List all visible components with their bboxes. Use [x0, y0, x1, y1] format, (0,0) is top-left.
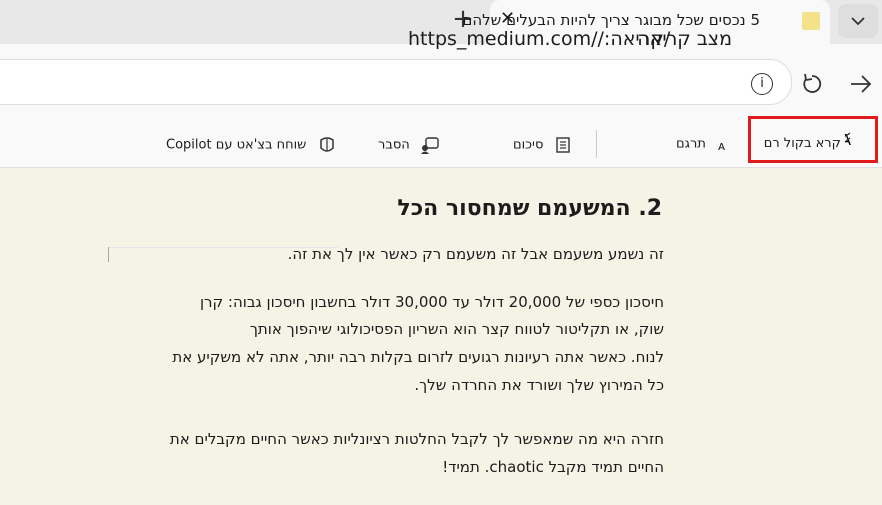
explain-button[interactable]: הסבר: [378, 136, 440, 154]
translate-icon: あA: [705, 138, 725, 153]
tab-list-menu-button[interactable]: [838, 4, 878, 38]
toolbar-divider: [596, 130, 597, 158]
explain-label: הסבר: [378, 137, 410, 153]
paragraph-3-line-1: חזרה היא מה שמאפשר לך לקבל החלטות רציונל…: [169, 430, 664, 448]
svg-text:A: A: [718, 142, 725, 152]
refresh-icon[interactable]: [800, 72, 824, 96]
selection-caret: [108, 247, 109, 262]
paragraph-2-line-4: כל המירוץ שלך ושורד את החרדה שלך.: [414, 376, 664, 394]
tab-title: 5 נכסים שכל מבוגר צריך להיות הבעלים שלהם: [462, 11, 760, 29]
read-aloud-label: קרא בקול רם: [763, 136, 841, 151]
summary-label: סיכום: [513, 137, 544, 153]
summary-button[interactable]: סיכום: [513, 136, 572, 154]
copilot-chat-label: שוחח בצ'אט עם Copilot: [166, 137, 307, 153]
copilot-chat-button[interactable]: שוחח בצ'אט עם Copilot: [166, 136, 337, 154]
translate-label: תרגם: [676, 136, 706, 152]
translate-button[interactable]: あA תרגם: [676, 136, 734, 154]
copilot-icon: [319, 137, 334, 152]
paragraph-2-line-3: לנוח. כאשר אתה רעיונות רגועים לזרום בקלו…: [172, 348, 664, 366]
paragraph-1: זה נשמע משעמם אבל זה משעמם רק כאשר אין ל…: [287, 245, 664, 263]
article-heading: 2. המשעמם שמחסור הכל: [397, 196, 662, 221]
url-text[interactable]: https_medium.com//:קריאה/: [408, 28, 670, 50]
summary-icon: [555, 137, 570, 153]
read-aloud-button[interactable]: A קרא בקול רם: [748, 116, 878, 163]
favicon-icon: [802, 12, 820, 30]
forward-arrow-icon[interactable]: [848, 72, 874, 96]
read-aloud-icon: A: [841, 131, 852, 149]
reading-mode-label: מצב קריאה: [637, 28, 732, 50]
chevron-down-icon: [851, 17, 865, 26]
site-info-icon[interactable]: i: [751, 73, 773, 95]
explain-icon: [420, 137, 439, 154]
address-bar[interactable]: [0, 59, 792, 105]
paragraph-3-line-2: החיים תמיד מקבל chaotic. תמיד!: [442, 458, 664, 476]
paragraph-2-line-1: חיסכון כספי של 20,000 דולר עד 30,000 דול…: [199, 293, 664, 311]
address-bar-area: [0, 44, 882, 122]
paragraph-2-line-2: שוק, או תקליטור לטווח קצר הוא השריון הפס…: [249, 320, 664, 338]
